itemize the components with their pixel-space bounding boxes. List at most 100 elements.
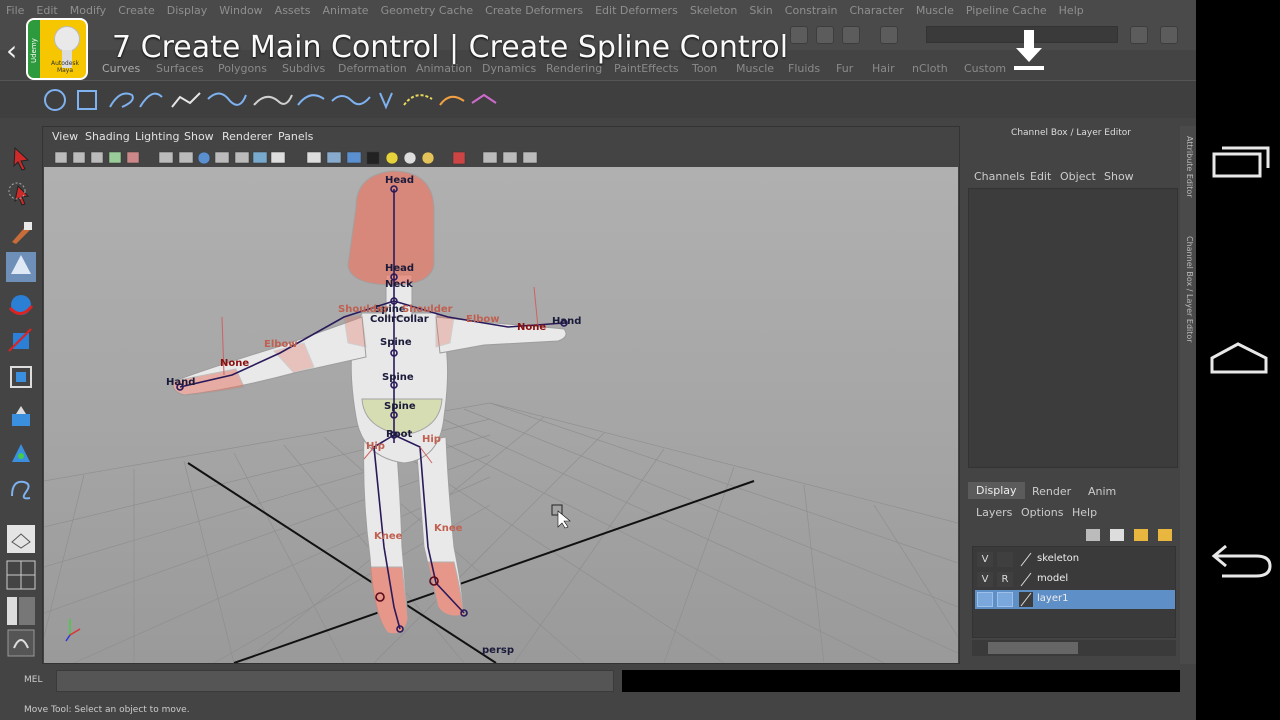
- shelf-tab-hair[interactable]: Hair: [872, 62, 895, 75]
- menu-file[interactable]: File: [6, 4, 24, 17]
- layer-buttons[interactable]: [1082, 526, 1176, 544]
- joint-label-spine-2: Spine: [380, 337, 412, 348]
- home-icon[interactable]: [1196, 336, 1280, 380]
- menu-geometry-cache[interactable]: Geometry Cache: [381, 4, 474, 17]
- xray-joints-icon: [326, 151, 342, 164]
- scale-tool-icon[interactable]: [6, 326, 36, 356]
- menu-skin[interactable]: Skin: [749, 4, 772, 17]
- shelf-tab-fluids[interactable]: Fluids: [788, 62, 820, 75]
- input-field-icon[interactable]: [880, 26, 898, 44]
- manipulator-tool-icon[interactable]: [6, 362, 36, 392]
- layer-visibility-toggle[interactable]: V: [977, 572, 993, 587]
- menu-create[interactable]: Create: [118, 4, 155, 17]
- menu-assets[interactable]: Assets: [275, 4, 311, 17]
- tab-anim[interactable]: Anim: [1088, 485, 1116, 498]
- panel-toolbar[interactable]: [51, 149, 571, 167]
- panel-menu-show[interactable]: Show: [184, 130, 214, 143]
- menu-create-deformers[interactable]: Create Deformers: [485, 4, 583, 17]
- persp-outliner-layout-icon[interactable]: [6, 596, 36, 626]
- shelf-tab-dynamics[interactable]: Dynamics: [482, 62, 536, 75]
- layer-display-type-toggle[interactable]: [997, 552, 1013, 567]
- single-perspective-layout-icon[interactable]: [6, 524, 36, 554]
- scene-canvas[interactable]: Head Head Neck Spine CollrCollar Spine S…: [44, 167, 958, 663]
- shelf-tab-muscle[interactable]: Muscle: [736, 62, 774, 75]
- mel-label[interactable]: MEL: [24, 675, 42, 685]
- menu-window[interactable]: Window: [219, 4, 262, 17]
- menu-pipeline-cache[interactable]: Pipeline Cache: [966, 4, 1047, 17]
- menu-display[interactable]: Display: [167, 4, 208, 17]
- panel-menu-lighting[interactable]: Lighting: [135, 130, 179, 143]
- four-view-layout-icon[interactable]: [6, 560, 36, 590]
- panel-menu-panels[interactable]: Panels: [278, 130, 313, 143]
- shelf-tab-fur[interactable]: Fur: [836, 62, 853, 75]
- shelf-tab-ncloth[interactable]: nCloth: [912, 62, 948, 75]
- shelf-tab-curves[interactable]: Curves: [102, 62, 140, 75]
- layer-menu-options[interactable]: Options: [1021, 506, 1063, 519]
- channel-box-menu-channels[interactable]: Channels: [974, 170, 1025, 183]
- panel-menu-view[interactable]: View: [52, 130, 78, 143]
- channel-box-menu-object[interactable]: Object: [1060, 170, 1096, 183]
- curve-tool-icons[interactable]: [40, 85, 510, 115]
- shelf-tab-rendering[interactable]: Rendering: [546, 62, 602, 75]
- shelf-tab-animation[interactable]: Animation: [416, 62, 472, 75]
- shelf-tab-toon[interactable]: Toon: [692, 62, 717, 75]
- lasso-tool-icon[interactable]: [6, 180, 36, 210]
- menu-modify[interactable]: Modify: [70, 4, 106, 17]
- menu-edit[interactable]: Edit: [36, 4, 57, 17]
- menu-help[interactable]: Help: [1059, 4, 1084, 17]
- select-tool-icon[interactable]: [6, 144, 36, 174]
- layer-row-layer1[interactable]: layer1: [975, 590, 1175, 609]
- menu-muscle[interactable]: Muscle: [916, 4, 954, 17]
- menu-character[interactable]: Character: [850, 4, 904, 17]
- shelf-tab-polygons[interactable]: Polygons: [218, 62, 267, 75]
- layer-menu-help[interactable]: Help: [1072, 506, 1097, 519]
- channel-box-tab[interactable]: Channel Box / Layer Editor: [1182, 236, 1194, 343]
- panel-menu-renderer[interactable]: Renderer: [222, 130, 272, 143]
- menu-animate[interactable]: Animate: [322, 4, 368, 17]
- mel-command-input[interactable]: [56, 670, 614, 692]
- channel-box-menu-show[interactable]: Show: [1104, 170, 1134, 183]
- recent-apps-icon[interactable]: [1196, 140, 1280, 184]
- layer-visibility-toggle[interactable]: [977, 592, 993, 607]
- render-settings-icon[interactable]: [842, 26, 860, 44]
- move-tool-icon[interactable]: [6, 252, 36, 282]
- rotate-tool-icon[interactable]: [6, 290, 36, 320]
- layer-display-type-toggle[interactable]: [997, 592, 1013, 607]
- layer-menu-layers[interactable]: Layers: [976, 506, 1012, 519]
- quick-select-field[interactable]: [926, 26, 1118, 43]
- layer-list-scrollbar[interactable]: [972, 640, 1176, 656]
- paint-select-tool-icon[interactable]: [6, 218, 36, 248]
- shelf-tab-painteffects[interactable]: PaintEffects: [614, 62, 679, 75]
- channel-box-menu-edit[interactable]: Edit: [1030, 170, 1051, 183]
- shelf-tab-custom[interactable]: Custom: [964, 62, 1006, 75]
- scrollbar-thumb[interactable]: [988, 642, 1078, 654]
- curve-tool-icon[interactable]: [6, 474, 36, 504]
- back-icon[interactable]: [1196, 536, 1280, 580]
- tab-render[interactable]: Render: [1032, 485, 1071, 498]
- attribute-editor-tab[interactable]: Attribute Editor: [1182, 136, 1194, 198]
- layer-row-model[interactable]: V R model: [975, 570, 1175, 589]
- ipr-render-icon[interactable]: [816, 26, 834, 44]
- shelf-tab-surfaces[interactable]: Surfaces: [156, 62, 204, 75]
- viewport-3d[interactable]: Head Head Neck Spine CollrCollar Spine S…: [44, 167, 958, 663]
- last-tool-icon[interactable]: [6, 438, 36, 468]
- render-icon[interactable]: [790, 26, 808, 44]
- outliner-icon[interactable]: [6, 628, 36, 658]
- shelf-tab-subdivs[interactable]: Subdivs: [282, 62, 325, 75]
- layer-visibility-toggle[interactable]: V: [977, 552, 993, 567]
- toggle-attribute-editor-icon[interactable]: [1160, 26, 1178, 44]
- panel-menu-shading[interactable]: Shading: [85, 130, 130, 143]
- menu-edit-deformers[interactable]: Edit Deformers: [595, 4, 678, 17]
- layer-color-swatch[interactable]: [1019, 552, 1033, 567]
- layer-display-type-toggle[interactable]: R: [997, 572, 1013, 587]
- layer-color-swatch[interactable]: [1019, 572, 1033, 587]
- toggle-panel-icon[interactable]: [1130, 26, 1148, 44]
- soft-mod-tool-icon[interactable]: [6, 402, 36, 432]
- shelf-tab-deformation[interactable]: Deformation: [338, 62, 407, 75]
- menu-skeleton[interactable]: Skeleton: [690, 4, 738, 17]
- menu-constrain[interactable]: Constrain: [785, 4, 838, 17]
- layer-color-swatch[interactable]: [1019, 592, 1033, 607]
- layer-row-skeleton[interactable]: V skeleton: [975, 550, 1175, 569]
- tab-display[interactable]: Display: [968, 482, 1025, 499]
- channel-list[interactable]: [968, 188, 1178, 468]
